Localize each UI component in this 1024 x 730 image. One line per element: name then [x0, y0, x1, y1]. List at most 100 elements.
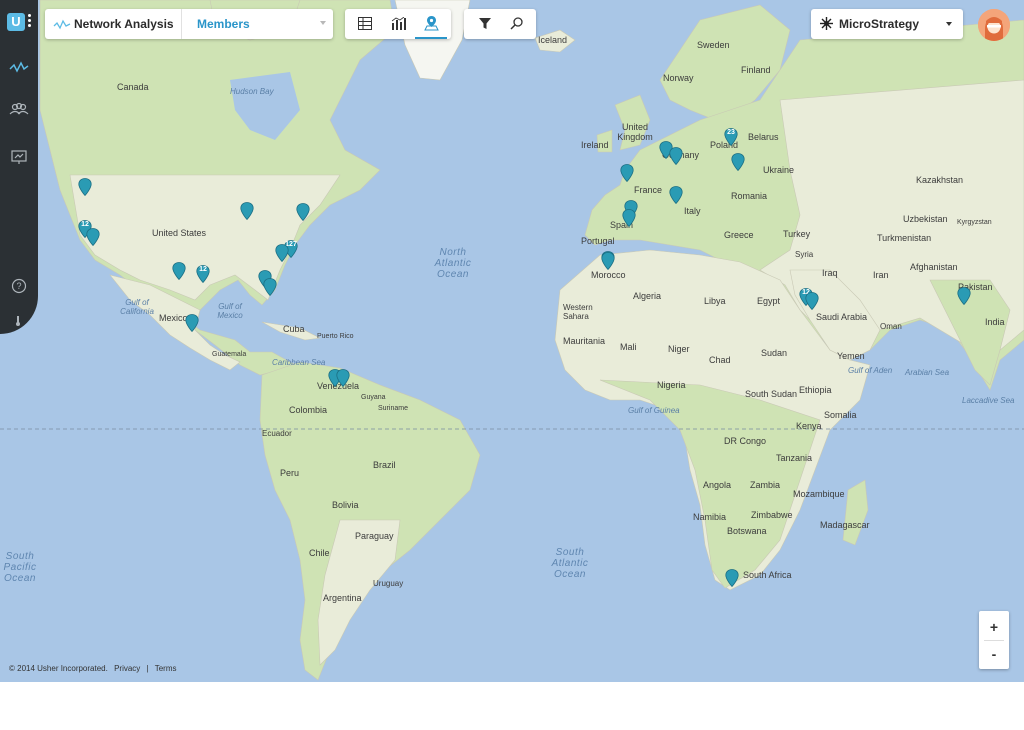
country-iraq: Iraq: [822, 268, 838, 278]
map-pin-london[interactable]: [620, 164, 634, 182]
country-guyana: Guyana: [361, 394, 386, 401]
map-footer: © 2014 Usher Incorporated. Privacy | Ter…: [9, 664, 180, 673]
map-view-button[interactable]: [415, 9, 447, 39]
country-finland: Finland: [741, 65, 771, 75]
country-zimbabwe: Zimbabwe: [751, 510, 793, 520]
map-pin-los-angeles[interactable]: [86, 228, 100, 246]
map-pin-barcelona[interactable]: [622, 209, 636, 227]
country-western-sahara: Western Sahara: [563, 303, 593, 321]
country-portugal: Portugal: [581, 236, 615, 246]
arabian-sea-label: Arabian Sea: [905, 368, 950, 377]
help-icon[interactable]: ?: [9, 278, 29, 294]
country-ecuador: Ecuador: [262, 429, 292, 438]
organization-select[interactable]: MicroStrategy: [811, 9, 963, 39]
map-pin-seattle[interactable]: [78, 178, 92, 196]
map-pin-warsaw[interactable]: 23: [724, 128, 738, 146]
country-madagascar: Madagascar: [820, 520, 870, 530]
more-vertical-icon[interactable]: [28, 14, 31, 29]
country-south-africa: South Africa: [743, 570, 792, 580]
country-mauritania: Mauritania: [563, 336, 606, 346]
tools-toolbar: [464, 9, 536, 39]
country-dr-congo: DR Congo: [724, 436, 767, 446]
country-brazil: Brazil: [373, 460, 396, 470]
country-bolivia: Bolivia: [332, 500, 359, 510]
map-pin-new-york[interactable]: [296, 203, 310, 221]
map-pin-amsterdam[interactable]: [669, 147, 683, 165]
country-puerto-rico: Puerto Rico: [317, 333, 354, 340]
app-title: Network Analysis: [74, 17, 174, 31]
country-uruguay: Uruguay: [373, 579, 404, 588]
zoom-out-button[interactable]: -: [979, 640, 1009, 668]
chevron-down-icon: [320, 21, 326, 25]
map-pin-icon: [424, 16, 439, 31]
network-activity-icon[interactable]: [9, 60, 29, 76]
country-turkey: Turkey: [783, 229, 811, 239]
country-cuba: Cuba: [283, 324, 305, 334]
country-libya: Libya: [704, 296, 726, 306]
map-pin-atlanta[interactable]: [275, 244, 289, 262]
zoom-in-button[interactable]: +: [979, 613, 1009, 641]
map-pin-kiev[interactable]: [731, 153, 745, 171]
presentation-icon[interactable]: [9, 149, 29, 165]
users-group-icon[interactable]: [9, 101, 29, 117]
filter-icon: [479, 18, 491, 29]
country-yemen: Yemen: [837, 351, 865, 361]
country-guatemala: Guatemala: [212, 351, 247, 358]
map-pin-cape-town[interactable]: [725, 569, 739, 587]
filter-button[interactable]: [469, 9, 501, 39]
pin-count: 23: [727, 129, 735, 136]
gulf-mexico-label: Gulf of Mexico: [217, 302, 243, 320]
country-ukraine: Ukraine: [763, 165, 795, 175]
country-angola: Angola: [703, 480, 732, 490]
map-pin-dallas[interactable]: [172, 262, 186, 280]
map-pin-tampa[interactable]: [263, 278, 277, 296]
country-ireland: Ireland: [581, 140, 609, 150]
map-pin-houston[interactable]: 12: [196, 265, 210, 283]
gulf-guinea-label: Gulf of Guinea: [628, 406, 680, 415]
country-niger: Niger: [668, 344, 690, 354]
country-belarus: Belarus: [748, 132, 779, 142]
app-logo[interactable]: U: [7, 13, 25, 31]
country-kazakhstan: Kazakhstan: [916, 175, 964, 185]
chevron-down-icon: [946, 22, 952, 26]
country-chile: Chile: [309, 548, 330, 558]
map-pin-casablanca[interactable]: [601, 252, 615, 270]
country-zambia: Zambia: [750, 480, 781, 490]
zoom-control: + -: [979, 611, 1009, 669]
country-south-sudan: South Sudan: [745, 389, 798, 399]
map-pin-frankfurt[interactable]: [669, 186, 683, 204]
world-map[interactable]: North Atlantic Ocean South Atlantic Ocea…: [0, 0, 1024, 682]
map-pin-mexico-city[interactable]: [185, 314, 199, 332]
country-mozambique: Mozambique: [793, 489, 845, 499]
terms-link[interactable]: Terms: [155, 664, 177, 673]
country-mexico: Mexico: [159, 313, 188, 323]
grid-view-button[interactable]: [349, 9, 381, 39]
north-atlantic-label: North Atlantic Ocean: [434, 247, 472, 280]
chart-view-button[interactable]: [382, 9, 414, 39]
avatar[interactable]: [978, 9, 1010, 41]
privacy-link[interactable]: Privacy: [114, 664, 140, 673]
map-pin-caracas-2[interactable]: [336, 369, 350, 387]
country-greece: Greece: [724, 230, 754, 240]
country-chad: Chad: [709, 355, 731, 365]
laccadive-sea-label: Laccadive Sea: [962, 396, 1015, 405]
country-egypt: Egypt: [757, 296, 781, 306]
country-morocco: Morocco: [591, 270, 626, 280]
country-turkmenistan: Turkmenistan: [877, 233, 932, 243]
organization-logo-icon: [820, 17, 833, 35]
country-romania: Romania: [731, 191, 768, 201]
country-united-kingdom: United Kingdom: [617, 122, 653, 142]
map-pin-chicago[interactable]: [240, 202, 254, 220]
copyright-text: © 2014 Usher Incorporated.: [9, 664, 108, 673]
country-tanzania: Tanzania: [776, 453, 813, 463]
members-select[interactable]: Members: [181, 9, 334, 39]
search-button[interactable]: [500, 9, 532, 39]
gulf-california-label: Gulf of California: [120, 298, 154, 316]
country-peru: Peru: [280, 468, 300, 478]
map-pin-jeddah[interactable]: [805, 292, 819, 310]
country-ethiopia: Ethiopia: [799, 385, 832, 395]
view-toolbar: [345, 9, 451, 39]
map-pin-delhi[interactable]: [957, 287, 971, 305]
sidebar: U ?: [0, 0, 38, 334]
bar-chart-icon: [391, 16, 406, 30]
